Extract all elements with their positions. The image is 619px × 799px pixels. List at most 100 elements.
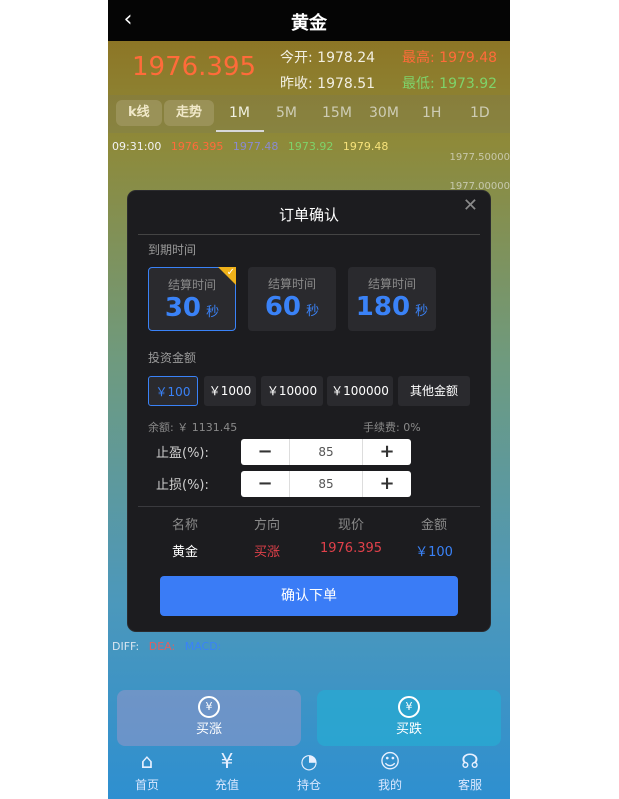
macd-label: MACD: — [184, 640, 222, 653]
row-amount: ￥100 — [415, 545, 453, 560]
table-divider — [138, 506, 480, 507]
time-option-unit: 秒 — [306, 304, 320, 319]
tab-15m[interactable]: 15M — [322, 105, 352, 121]
high-stat: 最高: 1979.48 — [402, 47, 497, 67]
low-label: 最低: — [402, 76, 435, 92]
header-amount: 金额 — [420, 518, 447, 533]
chart-v4: 1979.48 — [342, 140, 389, 153]
nav-home[interactable]: ⌂ 首页 — [112, 748, 182, 793]
time-option-value: 180 — [355, 292, 411, 322]
take-profit-stepper: − 85 + — [241, 439, 411, 465]
row-price: 1976.395 — [319, 541, 383, 556]
modal-title: 订单确认 — [278, 206, 339, 224]
chart-v3: 1973.92 — [287, 140, 334, 153]
low-stat: 最低: 1973.92 — [402, 73, 497, 93]
fee-text: 手续费: 0% — [363, 421, 421, 434]
tab-5m[interactable]: 5M — [276, 105, 297, 121]
balance-text: 余额: ￥ 1131.45 — [148, 421, 238, 434]
period-tabs: k线 走势 1M 5M 15M 30M 1H 1D — [108, 95, 510, 133]
order-confirm-modal: 订单确认 ✕ 到期时间 结算时间 30 秒 ✓ 结算时间 60 秒 结算时间 1… — [128, 191, 490, 631]
y-label-1: 1977.50000 — [449, 152, 510, 163]
headset-icon: ☊ — [461, 749, 479, 773]
tab-1h[interactable]: 1H — [422, 105, 441, 121]
plus-icon[interactable]: + — [363, 471, 411, 497]
buy-up-button[interactable]: ¥ 买涨 — [117, 690, 301, 746]
time-option-unit: 秒 — [415, 304, 429, 319]
nav-mine-label: 我的 — [377, 778, 402, 792]
prev-label: 昨收: — [280, 76, 313, 92]
stop-loss-label: 止损(%): — [156, 478, 209, 493]
stop-loss-value[interactable]: 85 — [289, 471, 363, 497]
take-profit-value[interactable]: 85 — [289, 439, 363, 465]
amount-label: 投资金额 — [148, 351, 197, 365]
amount-other[interactable]: 其他金额 — [398, 376, 470, 406]
take-profit-label: 止盈(%): — [156, 446, 209, 461]
nav-service-label: 客服 — [457, 778, 482, 792]
wallet-icon: ¥ — [220, 749, 234, 773]
yen-icon: ¥ — [398, 696, 420, 718]
row-direction: 买涨 — [253, 545, 280, 560]
chart-info: 09:31:00 1976.395 1977.48 1973.92 1979.4… — [112, 140, 394, 153]
current-price: 1976.395 — [132, 52, 257, 82]
nav-mine[interactable]: ☺ 我的 — [355, 748, 425, 793]
nav-recharge-label: 充值 — [214, 778, 239, 792]
nav-recharge[interactable]: ¥ 充值 — [192, 748, 262, 793]
time-option-60[interactable]: 结算时间 60 秒 — [248, 267, 336, 331]
nav-home-label: 首页 — [134, 778, 159, 792]
chart-time: 09:31:00 — [112, 140, 162, 153]
tab-1m[interactable]: 1M — [229, 105, 250, 121]
header-price: 现价 — [337, 518, 364, 533]
user-icon: ☺ — [379, 749, 401, 773]
prev-stat: 昨收: 1978.51 — [280, 73, 375, 93]
confirm-order-button[interactable]: 确认下单 — [160, 576, 458, 616]
chart-icon: ◔ — [300, 749, 318, 773]
check-icon: ✓ — [218, 267, 236, 285]
buy-up-label: 买涨 — [195, 722, 222, 737]
time-option-30[interactable]: 结算时间 30 秒 ✓ — [148, 267, 236, 331]
nav-positions[interactable]: ◔ 持仓 — [274, 748, 344, 793]
time-option-180[interactable]: 结算时间 180 秒 — [348, 267, 436, 331]
indicator-row: DIFF: DEA: MACD: — [112, 640, 227, 653]
amount-100[interactable]: ￥100 — [148, 376, 198, 406]
home-icon: ⌂ — [140, 749, 154, 773]
stop-loss-stepper: − 85 + — [241, 471, 411, 497]
tab-trend[interactable]: 走势 — [164, 100, 215, 126]
plus-icon[interactable]: + — [363, 439, 411, 465]
tab-30m[interactable]: 30M — [369, 105, 399, 121]
close-icon[interactable]: ✕ — [463, 195, 478, 216]
active-tab-indicator — [216, 130, 264, 132]
time-option-value: 60 — [264, 292, 302, 322]
buy-down-label: 买跌 — [395, 722, 422, 737]
high-value: 1979.48 — [439, 50, 498, 66]
amount-10000[interactable]: ￥10000 — [261, 376, 323, 406]
prev-value: 1978.51 — [317, 76, 376, 92]
chart-v2: 1977.48 — [232, 140, 279, 153]
open-label: 今开: — [280, 50, 313, 66]
time-option-label: 结算时间 — [367, 277, 416, 291]
nav-service[interactable]: ☊ 客服 — [435, 748, 505, 793]
dea-label: DEA: — [148, 640, 176, 653]
bottom-nav: ⌂ 首页 ¥ 充值 ◔ 持仓 ☺ 我的 ☊ 客服 — [108, 746, 510, 799]
modal-divider — [138, 234, 480, 235]
row-name: 黄金 — [171, 545, 198, 560]
high-label: 最高: — [402, 50, 435, 66]
tab-1d[interactable]: 1D — [470, 105, 490, 121]
tab-kline[interactable]: k线 — [116, 100, 162, 126]
time-option-value: 30 — [164, 293, 202, 323]
header-name: 名称 — [171, 518, 198, 533]
amount-1000[interactable]: ￥1000 — [204, 376, 256, 406]
page-title: 黄金 — [291, 13, 327, 34]
minus-icon[interactable]: − — [241, 471, 289, 497]
minus-icon[interactable]: − — [241, 439, 289, 465]
amount-100000[interactable]: ￥100000 — [327, 376, 393, 406]
buy-down-button[interactable]: ¥ 买跌 — [317, 690, 501, 746]
chart-v1: 1976.395 — [170, 140, 224, 153]
low-value: 1973.92 — [439, 76, 498, 92]
top-bar: ‹ 黄金 — [108, 0, 510, 41]
time-option-unit: 秒 — [206, 305, 220, 320]
open-value: 1978.24 — [317, 50, 376, 66]
yen-icon: ¥ — [198, 696, 220, 718]
header-direction: 方向 — [253, 518, 280, 533]
open-stat: 今开: 1978.24 — [280, 47, 375, 67]
expiry-label: 到期时间 — [148, 243, 197, 257]
